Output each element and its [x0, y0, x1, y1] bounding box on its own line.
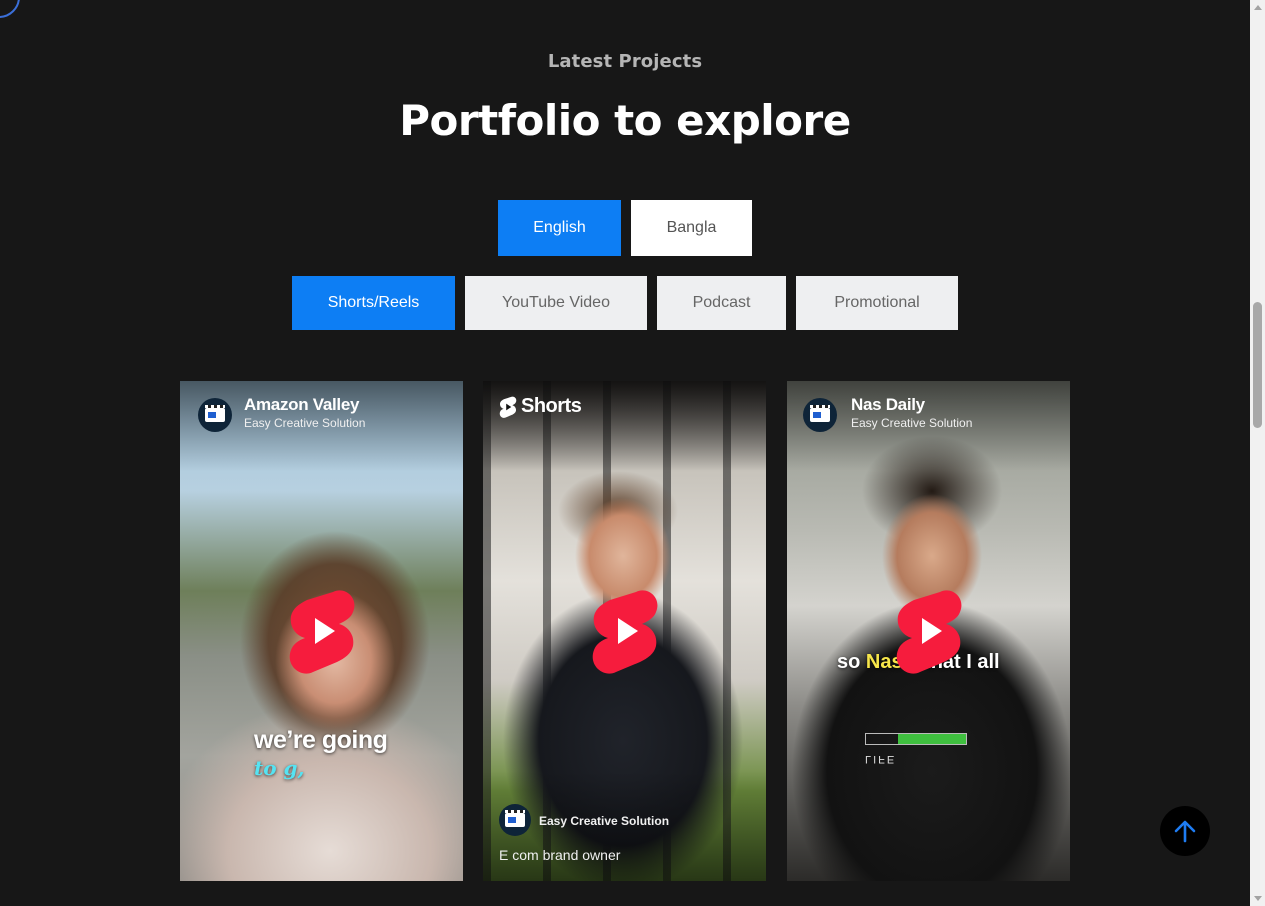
section-title: Portfolio to explore [399, 96, 851, 145]
tab-shorts-reels[interactable]: Shorts/Reels [292, 276, 455, 330]
scroll-thumb[interactable] [1253, 302, 1262, 428]
back-to-top-button[interactable] [1160, 806, 1210, 856]
caption-part-1: so [837, 651, 866, 673]
page: Latest Projects Portfolio to explore Eng… [0, 0, 1250, 906]
tab-english[interactable]: English [498, 200, 621, 256]
tab-youtube-video[interactable]: YouTube Video [465, 276, 647, 330]
youtube-shorts-play-icon[interactable] [894, 588, 964, 674]
youtube-shorts-play-icon[interactable] [590, 588, 660, 674]
video-caption-line1: we’re going [254, 726, 388, 754]
shorts-brand-label: Shorts [521, 395, 582, 417]
youtube-shorts-play-icon[interactable] [287, 588, 357, 674]
arrow-up-icon [1174, 820, 1196, 843]
scroll-down-arrow[interactable] [1250, 891, 1265, 906]
video-title: Amazon Valley [244, 395, 360, 414]
channel-name: Easy Creative Solution [244, 416, 366, 430]
scroll-up-arrow[interactable] [1250, 0, 1265, 15]
shirt-text: LIFE [865, 753, 897, 765]
video-card-nas-daily[interactable]: Nas Daily Easy Creative Solution so Nas'… [787, 381, 1070, 881]
channel-name: Easy Creative Solution [851, 416, 973, 430]
section-eyebrow: Latest Projects [547, 51, 703, 72]
tab-promotional[interactable]: Promotional [796, 276, 958, 330]
video-description: E com brand owner [499, 847, 621, 863]
shorts-brand: Shorts [499, 395, 582, 418]
video-card-amazon-valley[interactable]: Amazon Valley Easy Creative Solution we’… [180, 381, 463, 881]
channel-logo [499, 804, 531, 836]
tab-podcast[interactable]: Podcast [657, 276, 786, 330]
video-card-shorts[interactable]: Shorts Easy Creative Solution E com bran… [483, 381, 766, 881]
corner-circle-decoration [0, 0, 20, 18]
shorts-logo-icon [499, 396, 517, 418]
video-caption-line2: to g, [254, 756, 305, 780]
channel-name: Easy Creative Solution [539, 814, 670, 828]
channel-logo [803, 398, 837, 432]
channel-logo [198, 398, 232, 432]
shirt-progress-graphic [865, 733, 967, 745]
page-scrollbar[interactable] [1250, 0, 1265, 906]
tab-bangla[interactable]: Bangla [631, 200, 752, 256]
video-title: Nas Daily [851, 395, 925, 414]
